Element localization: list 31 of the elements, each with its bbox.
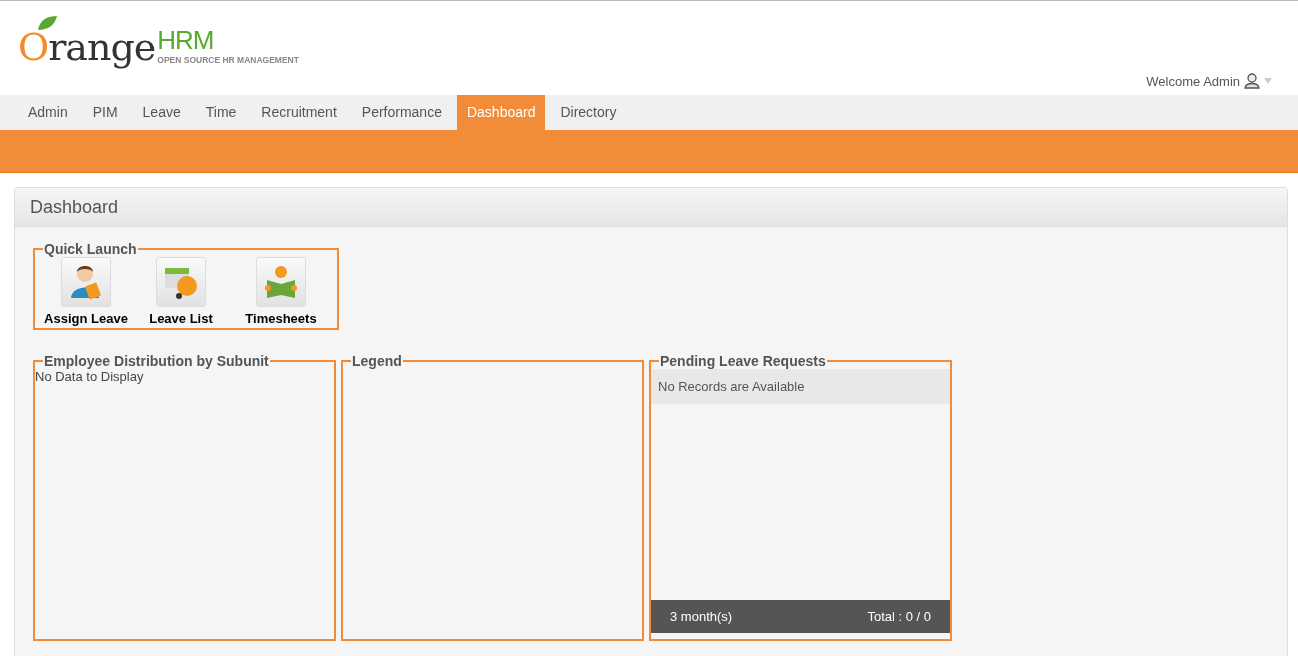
box-title: Pending Leave Requests	[659, 353, 827, 369]
empty-row: No Records are Available	[651, 369, 950, 404]
period-text: 3 month(s)	[670, 609, 733, 624]
person-document-icon	[69, 264, 103, 300]
logo-tagline: OPEN SOURCE HR MANAGEMENT	[157, 55, 299, 65]
quick-launch-tile[interactable]	[61, 257, 111, 307]
caret-icon[interactable]	[1264, 78, 1272, 84]
menu-tab[interactable]: Directory	[550, 95, 627, 130]
box-title: Quick Launch	[43, 241, 138, 257]
menu-tab[interactable]: Time	[195, 95, 247, 130]
menu-tab[interactable]: Leave	[132, 95, 191, 130]
box-title: Employee Distribution by Subunit	[43, 353, 270, 369]
empty-message: No Data to Display	[35, 369, 145, 384]
quick-launch-tile[interactable]	[256, 257, 306, 307]
quick-launch-link[interactable]: Leave List	[149, 311, 213, 326]
quick-launch-tile[interactable]	[156, 257, 206, 307]
total-text: Total : 0 / 0	[867, 609, 931, 624]
menu-tab[interactable]: Performance	[351, 95, 452, 130]
panel-title: Dashboard	[30, 196, 119, 218]
menu-tab[interactable]: Admin	[18, 95, 78, 130]
welcome-link[interactable]: Welcome Admin	[1146, 73, 1240, 89]
logo-suffix-text: HRM	[157, 27, 215, 53]
logo-brand-text: Orange	[18, 25, 156, 69]
person-reading-icon	[263, 264, 299, 300]
quick-launch-link[interactable]: Assign Leave	[44, 311, 128, 326]
user-icon	[1244, 73, 1260, 89]
menu-tab[interactable]: PIM	[82, 95, 128, 130]
menu-tab[interactable]: Recruitment	[251, 95, 347, 130]
box-title: Legend	[351, 353, 403, 369]
quick-launch-link[interactable]: Timesheets	[245, 311, 317, 326]
leaf-icon	[36, 15, 58, 31]
